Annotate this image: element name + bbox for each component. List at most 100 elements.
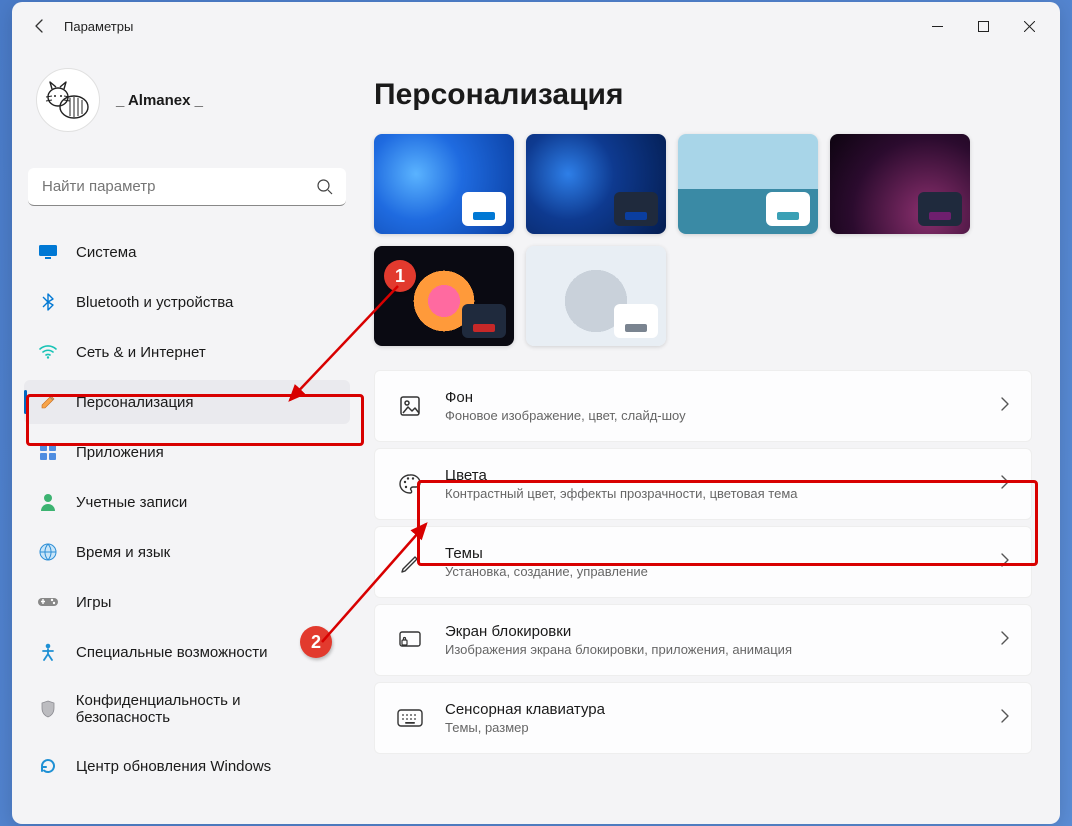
- image-icon: [397, 393, 423, 419]
- nav: Система Bluetooth и устройства Сеть & и Ин…: [24, 230, 350, 788]
- chevron-right-icon: [1001, 631, 1009, 650]
- game-icon: [38, 592, 58, 612]
- globe-icon: [38, 542, 58, 562]
- sidebar-item-label: Учетные записи: [76, 494, 187, 511]
- sidebar-item-label: Центр обновления Windows: [76, 758, 271, 775]
- pen-icon: [397, 549, 423, 575]
- accent-swatch: [929, 212, 951, 220]
- theme-tile-2[interactable]: [678, 134, 818, 234]
- shield-icon: [38, 699, 58, 719]
- setting-text: Фон Фоновое изображение, цвет, слайд-шоу: [445, 389, 979, 423]
- search-input[interactable]: [28, 168, 346, 206]
- setting-title: Экран блокировки: [445, 623, 979, 640]
- lock-icon: [397, 627, 423, 653]
- profile[interactable]: _ Almanex _: [24, 50, 350, 160]
- content-area: _ Almanex _ Система Bluetooth и устройств…: [12, 50, 1060, 824]
- setting-row-1[interactable]: Цвета Контрастный цвет, эффекты прозрачно…: [374, 448, 1032, 520]
- setting-row-0[interactable]: Фон Фоновое изображение, цвет, слайд-шоу: [374, 370, 1032, 442]
- settings-window: Параметры: [12, 2, 1060, 824]
- page-title: Персонализация: [374, 78, 1032, 112]
- wifi-icon: [38, 342, 58, 362]
- sidebar-item-label: Bluetooth и устройства: [76, 294, 233, 311]
- sidebar-item-label: Конфиденциальность и безопасность: [76, 692, 336, 726]
- titlebar: Параметры: [12, 2, 1060, 50]
- minimize-button[interactable]: [914, 6, 960, 46]
- setting-text: Темы Установка, создание, управление: [445, 545, 979, 579]
- 💻-icon: [38, 242, 58, 262]
- accent-swatch: [777, 212, 799, 220]
- setting-subtitle: Темы, размер: [445, 720, 979, 735]
- theme-taskbar-icon: [614, 192, 658, 226]
- sidebar-item-label: Сеть & и Интернет: [76, 344, 206, 361]
- sidebar-item-0[interactable]: Система: [24, 230, 350, 274]
- theme-tile-4[interactable]: [374, 246, 514, 346]
- sidebar-item-1[interactable]: Bluetooth и устройства: [24, 280, 350, 324]
- theme-taskbar-icon: [462, 192, 506, 226]
- sidebar-item-3[interactable]: Персонализация: [24, 380, 350, 424]
- setting-title: Сенсорная клавиатура: [445, 701, 979, 718]
- search-icon: [316, 178, 334, 201]
- username: _ Almanex _: [116, 92, 203, 109]
- back-button[interactable]: [20, 6, 60, 46]
- setting-title: Темы: [445, 545, 979, 562]
- setting-row-4[interactable]: Сенсорная клавиатура Темы, размер: [374, 682, 1032, 754]
- maximize-button[interactable]: [960, 6, 1006, 46]
- chevron-right-icon: [1001, 475, 1009, 494]
- theme-taskbar-icon: [614, 304, 658, 338]
- sidebar-item-label: Приложения: [76, 444, 164, 461]
- cat-avatar-icon: [44, 79, 92, 121]
- theme-taskbar-icon: [462, 304, 506, 338]
- chevron-right-icon: [1001, 553, 1009, 572]
- sidebar-item-label: Система: [76, 244, 136, 261]
- sidebar-item-label: Персонализация: [76, 394, 194, 411]
- accent-swatch: [473, 324, 495, 332]
- brush-icon: [38, 392, 58, 412]
- sidebar-item-9[interactable]: Конфиденциальность и безопасность: [24, 680, 350, 738]
- chevron-right-icon: [1001, 397, 1009, 416]
- setting-subtitle: Фоновое изображение, цвет, слайд-шоу: [445, 408, 979, 423]
- arrow-left-icon: [32, 18, 48, 34]
- accent-swatch: [625, 324, 647, 332]
- setting-subtitle: Изображения экрана блокировки, приложени…: [445, 642, 979, 657]
- setting-subtitle: Установка, создание, управление: [445, 564, 979, 579]
- sidebar-item-label: Специальные возможности: [76, 644, 268, 661]
- keyboard-icon: [397, 705, 423, 731]
- settings-list: Фон Фоновое изображение, цвет, слайд-шоу Ц…: [374, 370, 1032, 754]
- theme-taskbar-icon: [766, 192, 810, 226]
- setting-title: Цвета: [445, 467, 979, 484]
- theme-tile-0[interactable]: [374, 134, 514, 234]
- user-icon: [38, 492, 58, 512]
- accent-swatch: [473, 212, 495, 220]
- sidebar: _ Almanex _ Система Bluetooth и устройств…: [12, 50, 362, 824]
- search-container: [28, 168, 346, 206]
- theme-taskbar-icon: [918, 192, 962, 226]
- sidebar-item-6[interactable]: Время и язык: [24, 530, 350, 574]
- sidebar-item-4[interactable]: Приложения: [24, 430, 350, 474]
- setting-text: Сенсорная клавиатура Темы, размер: [445, 701, 979, 735]
- theme-tile-5[interactable]: [526, 246, 666, 346]
- access-icon: [38, 642, 58, 662]
- close-icon: [1024, 21, 1035, 32]
- setting-row-3[interactable]: Экран блокировки Изображения экрана блоки…: [374, 604, 1032, 676]
- sidebar-item-7[interactable]: Игры: [24, 580, 350, 624]
- chevron-right-icon: [1001, 709, 1009, 728]
- close-button[interactable]: [1006, 6, 1052, 46]
- sidebar-item-2[interactable]: Сеть & и Интернет: [24, 330, 350, 374]
- setting-text: Экран блокировки Изображения экрана блоки…: [445, 623, 979, 657]
- main-content: Персонализация Фон Фоновое изображение, ц…: [362, 50, 1060, 824]
- palette-icon: [397, 471, 423, 497]
- update-icon: [38, 756, 58, 776]
- apps-icon: [38, 442, 58, 462]
- themes-grid: [374, 134, 1032, 346]
- setting-title: Фон: [445, 389, 979, 406]
- theme-tile-1[interactable]: [526, 134, 666, 234]
- setting-row-2[interactable]: Темы Установка, создание, управление: [374, 526, 1032, 598]
- theme-tile-3[interactable]: [830, 134, 970, 234]
- setting-text: Цвета Контрастный цвет, эффекты прозрачно…: [445, 467, 979, 501]
- sidebar-item-5[interactable]: Учетные записи: [24, 480, 350, 524]
- sidebar-item-8[interactable]: Специальные возможности: [24, 630, 350, 674]
- setting-subtitle: Контрастный цвет, эффекты прозрачности, …: [445, 486, 979, 501]
- maximize-icon: [978, 21, 989, 32]
- window-controls: [914, 6, 1052, 46]
- sidebar-item-10[interactable]: Центр обновления Windows: [24, 744, 350, 788]
